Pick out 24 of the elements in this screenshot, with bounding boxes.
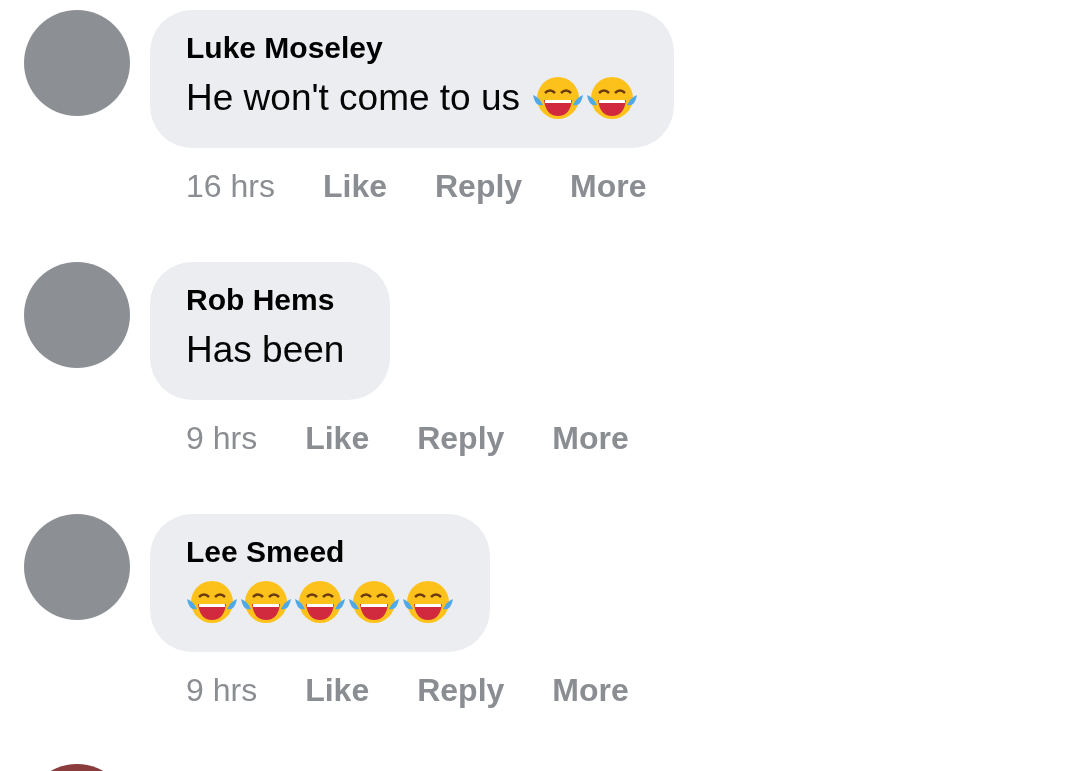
comment-action-link[interactable]: Like <box>305 666 370 714</box>
laughing-tears-emoji-icon <box>294 579 346 625</box>
author-name[interactable]: Rob Hems <box>186 280 355 320</box>
comment-action-link[interactable]: Like <box>305 414 370 462</box>
laughing-tears-emoji-icon <box>402 579 454 625</box>
laughing-tears-emoji-icon <box>586 75 639 121</box>
comment-time: 16 hrs <box>186 167 275 206</box>
laughing-tears-emoji-icon <box>348 579 400 625</box>
comment-time: 9 hrs <box>186 419 258 458</box>
laughing-tears-emoji-icon <box>532 75 585 121</box>
comment-action-link[interactable]: Reply <box>434 162 523 210</box>
comment-action-link[interactable]: Reply <box>417 666 505 714</box>
laughing-tears-emoji-icon <box>240 579 292 625</box>
comment-action-link[interactable]: Reply <box>417 414 505 462</box>
comment-action-link[interactable]: Like <box>322 162 387 210</box>
author-name[interactable]: Lee Smeed <box>186 532 454 572</box>
comment-action-link[interactable]: More <box>552 414 629 462</box>
comment-text: Has been <box>186 328 345 372</box>
comment-time: 9 hrs <box>186 671 258 710</box>
comment-action-link[interactable]: More <box>570 162 647 210</box>
author-name[interactable]: Luke Moseley <box>186 28 639 68</box>
comment-action-link[interactable]: More <box>552 666 629 714</box>
comment-text: He won't come to us <box>186 76 521 120</box>
laughing-tears-emoji-icon <box>186 579 238 625</box>
